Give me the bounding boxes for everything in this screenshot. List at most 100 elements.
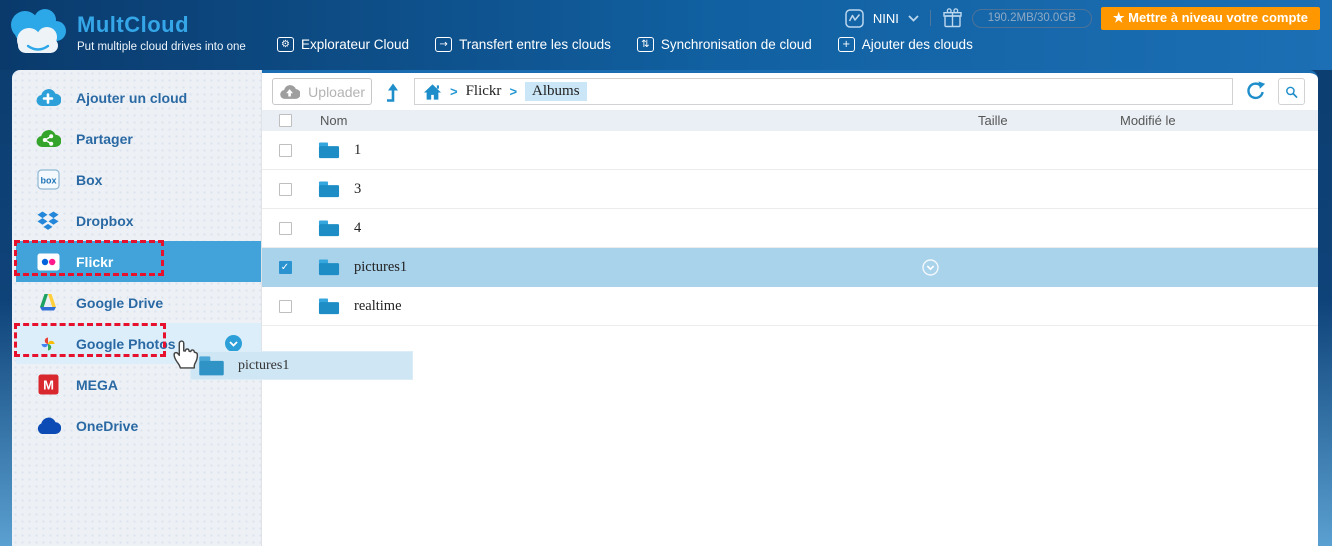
table-header: Nom Taille Modifié le <box>262 110 1318 131</box>
sidebar-item-add-cloud[interactable]: Ajouter un cloud <box>12 77 261 118</box>
nav-cloud-transfer[interactable]: → Transfert entre les clouds <box>435 37 611 52</box>
folder-icon <box>318 259 340 276</box>
column-header-modified: Modifié le <box>1120 113 1176 128</box>
chevron-down-icon[interactable] <box>908 14 919 22</box>
sidebar-item-label: MEGA <box>76 376 118 393</box>
row-options-button[interactable] <box>922 259 939 276</box>
row-checkbox[interactable]: ✓ <box>278 260 292 274</box>
folder-icon <box>318 298 340 315</box>
breadcrumb-flickr[interactable]: Flickr <box>466 83 502 100</box>
upload-cloud-icon <box>280 84 301 99</box>
sidebar-item-dropbox[interactable]: Dropbox <box>12 200 261 241</box>
refresh-icon <box>1247 81 1266 100</box>
home-icon[interactable] <box>423 83 442 101</box>
header-divider <box>929 10 931 26</box>
row-checkbox[interactable] <box>278 143 292 157</box>
share-cloud-icon <box>35 128 61 150</box>
breadcrumb: > Flickr > Albums <box>414 78 1233 105</box>
sidebar-item-label: Google Photos <box>76 335 176 352</box>
google-drive-icon <box>35 292 61 314</box>
sidebar: Ajouter un cloud Partager box Box Dropbo… <box>12 70 262 546</box>
folder-icon <box>199 356 224 376</box>
sidebar-item-label: Flickr <box>76 253 114 270</box>
sidebar-item-label: Box <box>76 171 103 188</box>
drag-ghost-label: pictures1 <box>238 357 290 373</box>
add-clouds-icon: + <box>837 37 855 52</box>
column-header-name: Nom <box>320 113 348 128</box>
sidebar-item-google-drive[interactable]: Google Drive <box>12 282 261 323</box>
onedrive-icon <box>35 415 61 437</box>
google-photos-icon <box>35 333 61 355</box>
sidebar-item-label: Ajouter un cloud <box>76 89 188 106</box>
upload-button[interactable]: Uploader <box>272 78 372 105</box>
file-name: 4 <box>354 219 362 236</box>
sidebar-item-share[interactable]: Partager <box>12 118 261 159</box>
file-browser: Uploader > Flickr > Albums Nom Taille Mo… <box>262 70 1318 546</box>
upload-button-label: Uploader <box>308 83 365 100</box>
file-name: 3 <box>354 180 362 197</box>
search-icon <box>1286 86 1298 98</box>
nav-cloud-explorer[interactable]: ⚙ Explorateur Cloud <box>277 37 409 52</box>
sidebar-item-label: OneDrive <box>76 417 139 434</box>
app-header: MultCloud Put multiple cloud drives into… <box>0 0 1332 70</box>
toolbar: Uploader > Flickr > Albums <box>262 73 1318 110</box>
sidebar-item-label: Google Drive <box>76 294 164 311</box>
file-name: 1 <box>354 141 362 158</box>
user-avatar-icon[interactable] <box>845 8 864 28</box>
file-name: pictures1 <box>354 258 408 275</box>
cloud-sync-icon: ⇅ <box>636 37 654 52</box>
multcloud-logo <box>11 9 66 53</box>
storage-usage[interactable]: 190.2MB/30.0GB <box>971 8 1092 28</box>
file-row[interactable]: 1 <box>262 131 1318 170</box>
upgrade-account-button[interactable]: ★ Mettre à niveau votre compte <box>1100 6 1320 30</box>
column-header-size: Taille <box>978 113 1008 128</box>
hand-cursor-icon <box>173 340 199 369</box>
sidebar-item-flickr[interactable]: Flickr <box>16 241 261 282</box>
cloud-list: Ajouter un cloud Partager box Box Dropbo… <box>12 77 261 446</box>
breadcrumb-albums[interactable]: Albums <box>525 82 587 101</box>
file-row-selected[interactable]: ✓ pictures1 <box>262 248 1318 287</box>
chevron-down-icon <box>229 340 238 347</box>
file-name: realtime <box>354 297 402 314</box>
sidebar-item-box[interactable]: box Box <box>12 159 261 200</box>
gift-icon[interactable] <box>942 7 963 29</box>
mega-icon: M <box>35 374 61 396</box>
file-row[interactable]: 3 <box>262 170 1318 209</box>
row-checkbox[interactable] <box>278 299 292 313</box>
nav-label: Transfert entre les clouds <box>459 37 611 52</box>
box-icon: box <box>35 169 61 191</box>
header-right: NINI 190.2MB/30.0GB ★ Mettre à niveau vo… <box>845 6 1320 30</box>
nav-label: Ajouter des clouds <box>861 37 973 52</box>
expand-google-photos-button[interactable] <box>225 335 242 352</box>
flickr-icon <box>35 251 61 273</box>
file-row[interactable]: 4 <box>262 209 1318 248</box>
row-checkbox[interactable] <box>278 221 292 235</box>
username[interactable]: NINI <box>873 11 899 26</box>
cloud-transfer-icon: → <box>435 37 453 52</box>
add-cloud-icon <box>35 87 61 109</box>
go-up-button[interactable] <box>383 81 403 103</box>
svg-text:M: M <box>43 378 54 393</box>
select-all-checkbox[interactable] <box>278 114 292 127</box>
refresh-button[interactable] <box>1244 80 1267 103</box>
sidebar-item-label: Partager <box>76 130 133 147</box>
go-up-icon <box>387 83 398 102</box>
folder-icon <box>318 181 340 198</box>
file-row[interactable]: realtime <box>262 287 1318 326</box>
main-nav: ⚙ Explorateur Cloud → Transfert entre le… <box>277 37 973 52</box>
row-checkbox[interactable] <box>278 182 292 196</box>
sidebar-item-label: Dropbox <box>76 212 134 229</box>
brand-tagline: Put multiple cloud drives into one <box>77 41 246 53</box>
brand: MultCloud Put multiple cloud drives into… <box>5 4 246 64</box>
sidebar-item-onedrive[interactable]: OneDrive <box>12 405 261 446</box>
brand-name: MultCloud <box>77 12 190 37</box>
svg-text:box: box <box>40 176 56 186</box>
breadcrumb-separator: > <box>450 84 458 99</box>
breadcrumb-separator: > <box>509 84 518 99</box>
search-button[interactable] <box>1278 78 1305 105</box>
nav-label: Explorateur Cloud <box>301 37 410 52</box>
drag-ghost: pictures1 <box>190 351 413 380</box>
nav-add-clouds[interactable]: + Ajouter des clouds <box>837 37 973 52</box>
nav-cloud-sync[interactable]: ⇅ Synchronisation de cloud <box>636 37 812 52</box>
dropbox-icon <box>35 210 61 232</box>
